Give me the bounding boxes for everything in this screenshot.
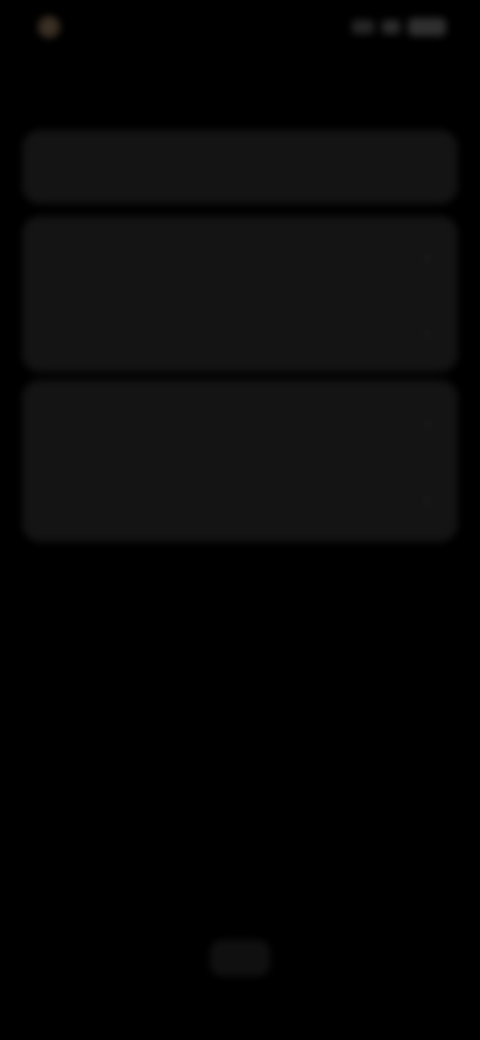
chevron-right-icon: ›: [424, 247, 431, 269]
settings-row-3[interactable]: ›: [22, 304, 458, 364]
status-icons: [352, 18, 446, 36]
chevron-right-icon: ›: [424, 489, 431, 511]
settings-card-2: › ›: [22, 216, 458, 372]
settings-row-1[interactable]: [22, 137, 458, 197]
settings-card-1: [22, 130, 458, 204]
status-bar: [0, 0, 480, 58]
signal-icon: [352, 20, 374, 34]
chevron-right-icon: ›: [424, 323, 431, 345]
settings-card-3: › ›: [22, 380, 458, 542]
battery-icon: [408, 18, 446, 36]
wifi-icon: [382, 20, 400, 34]
home-indicator[interactable]: [210, 940, 270, 976]
app-screen: › › › ›: [0, 0, 480, 1040]
settings-row-5[interactable]: ›: [22, 470, 458, 530]
camera-indicator-icon: [38, 16, 60, 38]
settings-row-2[interactable]: ›: [22, 228, 458, 288]
settings-row-4[interactable]: ›: [22, 394, 458, 454]
status-left: [38, 16, 68, 38]
chevron-right-icon: ›: [424, 413, 431, 435]
